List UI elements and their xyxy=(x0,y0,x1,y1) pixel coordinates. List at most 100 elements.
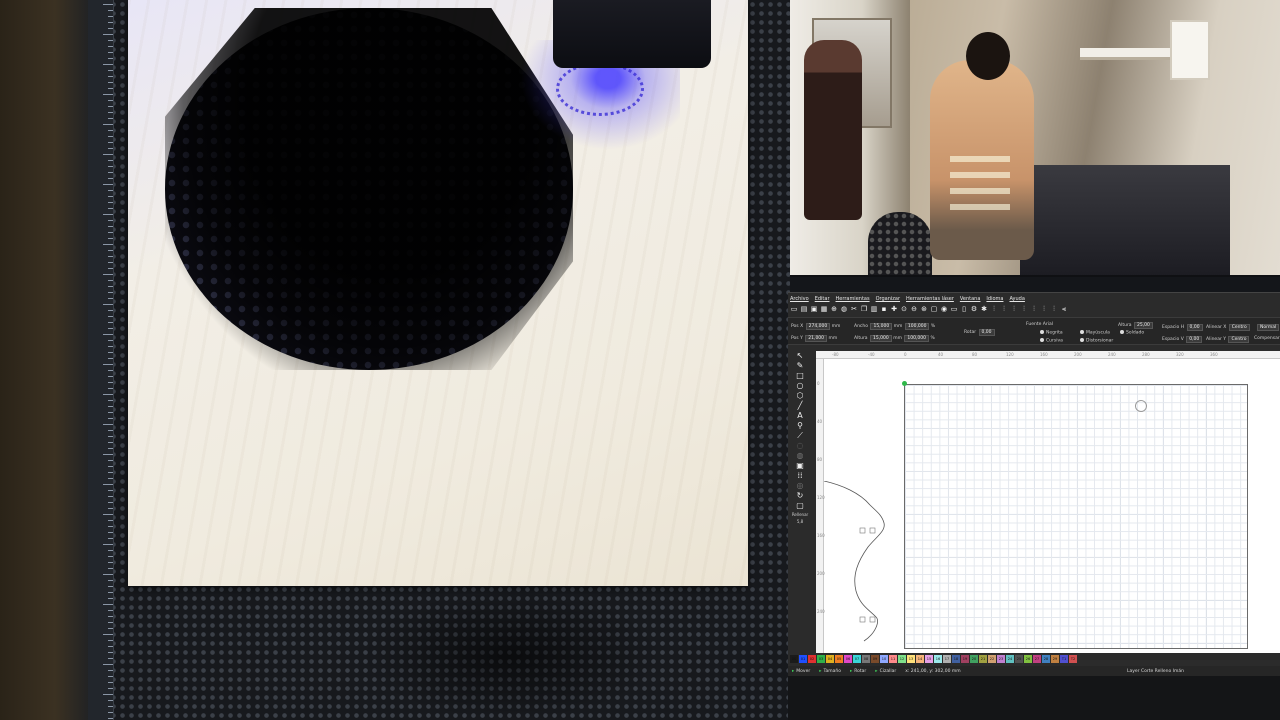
position-laser-icon[interactable]: ⚲ xyxy=(794,422,806,430)
uppercase-option[interactable]: Mayúscula xyxy=(1080,330,1110,336)
palette-swatch-11[interactable]: 11 xyxy=(889,654,897,663)
rotate-icon[interactable]: ↻ xyxy=(794,492,806,500)
palette-swatch-24[interactable]: 24 xyxy=(1006,654,1014,663)
zoom-page-icon[interactable]: ▢ xyxy=(930,305,938,313)
palette-swatch-09[interactable]: 09 xyxy=(871,654,879,663)
palette-swatch-25[interactable]: 25 xyxy=(1015,654,1023,663)
align-icon-3[interactable]: ⫶ xyxy=(1010,305,1018,313)
layer-icon[interactable]: ▢ xyxy=(794,502,806,510)
palette-swatch-13[interactable]: 13 xyxy=(907,654,915,663)
pos-y-field[interactable]: Pos Y 21,000 mm xyxy=(791,335,837,342)
palette-swatch-21[interactable]: 21 xyxy=(979,654,987,663)
status-shear[interactable]: ▸ Cizallar xyxy=(875,669,896,674)
circular-array-icon[interactable]: ◎ xyxy=(794,482,806,490)
palette-swatch-14[interactable]: 14 xyxy=(916,654,924,663)
menu-ayuda[interactable]: Ayuda xyxy=(1009,296,1024,302)
settings-gear-icon[interactable]: ⚙ xyxy=(970,305,978,313)
align-icon-7[interactable]: ⫶ xyxy=(1050,305,1058,313)
palette-swatch-23[interactable]: 23 xyxy=(997,654,1005,663)
palette-swatch-T2[interactable]: T2 xyxy=(1069,654,1077,663)
palette-swatch-20[interactable]: 20 xyxy=(970,654,978,663)
paste-icon[interactable]: ▥ xyxy=(870,305,878,313)
palette-swatch-05[interactable]: 05 xyxy=(835,654,843,663)
text-height-field[interactable]: Altura 25,00 xyxy=(1118,322,1153,329)
copy-icon[interactable]: ❐ xyxy=(860,305,868,313)
device-icon[interactable]: ▯ xyxy=(960,305,968,313)
menu-herramientas-laser[interactable]: Herramientas láser xyxy=(906,296,954,302)
weld-icon[interactable]: ◍ xyxy=(794,452,806,460)
hspace-field[interactable]: Espacio H 0,00 xyxy=(1162,324,1203,331)
palette-swatch-04[interactable]: 04 xyxy=(826,654,834,663)
select-cursor-icon[interactable]: ↖ xyxy=(794,352,806,360)
palette-swatch-26[interactable]: 26 xyxy=(1024,654,1032,663)
palette-swatch-01[interactable]: 01 xyxy=(799,654,807,663)
delete-icon[interactable]: ▪ xyxy=(880,305,888,313)
palette-swatch-16[interactable]: 16 xyxy=(934,654,942,663)
open-folder-icon[interactable]: ▤ xyxy=(800,305,808,313)
ellipse-icon[interactable]: ○ xyxy=(794,382,806,390)
palette-swatch-19[interactable]: 19 xyxy=(961,654,969,663)
tab-icon[interactable]: ◌ xyxy=(794,442,806,450)
line-icon[interactable]: ╱ xyxy=(794,402,806,410)
menu-organizar[interactable]: Organizar xyxy=(876,296,900,302)
menu-idioma[interactable]: Idioma xyxy=(986,296,1003,302)
status-rotate[interactable]: ▸ Rotar xyxy=(850,669,866,674)
grid-array-icon[interactable]: ⁞⁞ xyxy=(794,472,806,480)
rectangle-icon[interactable]: □ xyxy=(794,372,806,380)
measure-icon[interactable]: ⟋ xyxy=(794,432,806,440)
palette-swatch-27[interactable]: 27 xyxy=(1033,654,1041,663)
palette-swatch-15[interactable]: 15 xyxy=(925,654,933,663)
palette-swatch-28[interactable]: 28 xyxy=(1042,654,1050,663)
cut-icon[interactable]: ✂ xyxy=(850,305,858,313)
menu-archivo[interactable]: Archivo xyxy=(790,296,809,302)
camera-icon[interactable]: ◉ xyxy=(940,305,948,313)
align-icon-6[interactable]: ⫶ xyxy=(1040,305,1048,313)
align-x-field[interactable]: Alinear X Centro xyxy=(1206,324,1250,331)
menu-editar[interactable]: Editar xyxy=(815,296,830,302)
font-field[interactable]: Fuente Arial xyxy=(1026,322,1053,327)
palette-swatch-02[interactable]: 02 xyxy=(808,654,816,663)
menu-ventana[interactable]: Ventana xyxy=(960,296,981,302)
import-icon[interactable]: ⊕ xyxy=(830,305,838,313)
align-icon-4[interactable]: ⫶ xyxy=(1020,305,1028,313)
bold-option[interactable]: Negrita xyxy=(1040,330,1063,336)
offset-icon[interactable]: ▣ xyxy=(794,462,806,470)
status-size[interactable]: ▸ Tamaño xyxy=(819,669,841,674)
design-canvas[interactable]: -80 -40 0 40 80 120 160 200 240 280 320 … xyxy=(816,351,1280,653)
width-field[interactable]: Ancho 15,000 mm 100,000 % xyxy=(854,323,935,330)
distort-option[interactable]: Distorsionar xyxy=(1080,338,1113,344)
palette-swatch-T1[interactable]: T1 xyxy=(1060,654,1068,663)
palette-swatch-17[interactable]: 17 xyxy=(943,654,951,663)
design-shape-outline[interactable] xyxy=(824,481,894,646)
pan-icon[interactable]: ✚ xyxy=(890,305,898,313)
export-icon[interactable]: ◍ xyxy=(840,305,848,313)
text-icon[interactable]: A xyxy=(794,412,806,420)
pos-x-field[interactable]: Pos X 274,000 mm xyxy=(791,323,840,330)
palette-swatch-06[interactable]: 06 xyxy=(844,654,852,663)
palette-swatch-03[interactable]: 03 xyxy=(817,654,825,663)
offset-select[interactable]: Compensar xyxy=(1254,336,1280,341)
vspace-field[interactable]: Espacio V 0,00 xyxy=(1162,336,1203,343)
zoom-in-icon[interactable]: ⊙ xyxy=(900,305,908,313)
normal-select[interactable]: Normal xyxy=(1256,324,1280,331)
status-move[interactable]: ▸ Mover xyxy=(792,669,810,674)
align-icon-2[interactable]: ⫶ xyxy=(1000,305,1008,313)
tools-icon[interactable]: ✱ xyxy=(980,305,988,313)
align-icon-1[interactable]: ⫶ xyxy=(990,305,998,313)
palette-swatch-29[interactable]: 29 xyxy=(1051,654,1059,663)
polygon-icon[interactable]: ⬡ xyxy=(794,392,806,400)
align-y-field[interactable]: Alinear Y Centro xyxy=(1206,336,1250,343)
monitor-icon[interactable]: ▭ xyxy=(950,305,958,313)
palette-swatch-18[interactable]: 18 xyxy=(952,654,960,663)
align-icon-5[interactable]: ⫶ xyxy=(1030,305,1038,313)
palette-swatch-07[interactable]: 07 xyxy=(853,654,861,663)
italic-option[interactable]: Cursiva xyxy=(1040,338,1063,344)
palette-swatch-12[interactable]: 12 xyxy=(898,654,906,663)
edit-nodes-icon[interactable]: ✎ xyxy=(794,362,806,370)
distribute-icon[interactable]: ⫷ xyxy=(1060,305,1068,313)
zoom-out-icon[interactable]: ⊖ xyxy=(910,305,918,313)
zoom-fit-icon[interactable]: ⊛ xyxy=(920,305,928,313)
new-file-icon[interactable]: ▭ xyxy=(790,305,798,313)
save-as-icon[interactable]: ▦ xyxy=(820,305,828,313)
welded-option[interactable]: Soldado xyxy=(1120,330,1144,336)
